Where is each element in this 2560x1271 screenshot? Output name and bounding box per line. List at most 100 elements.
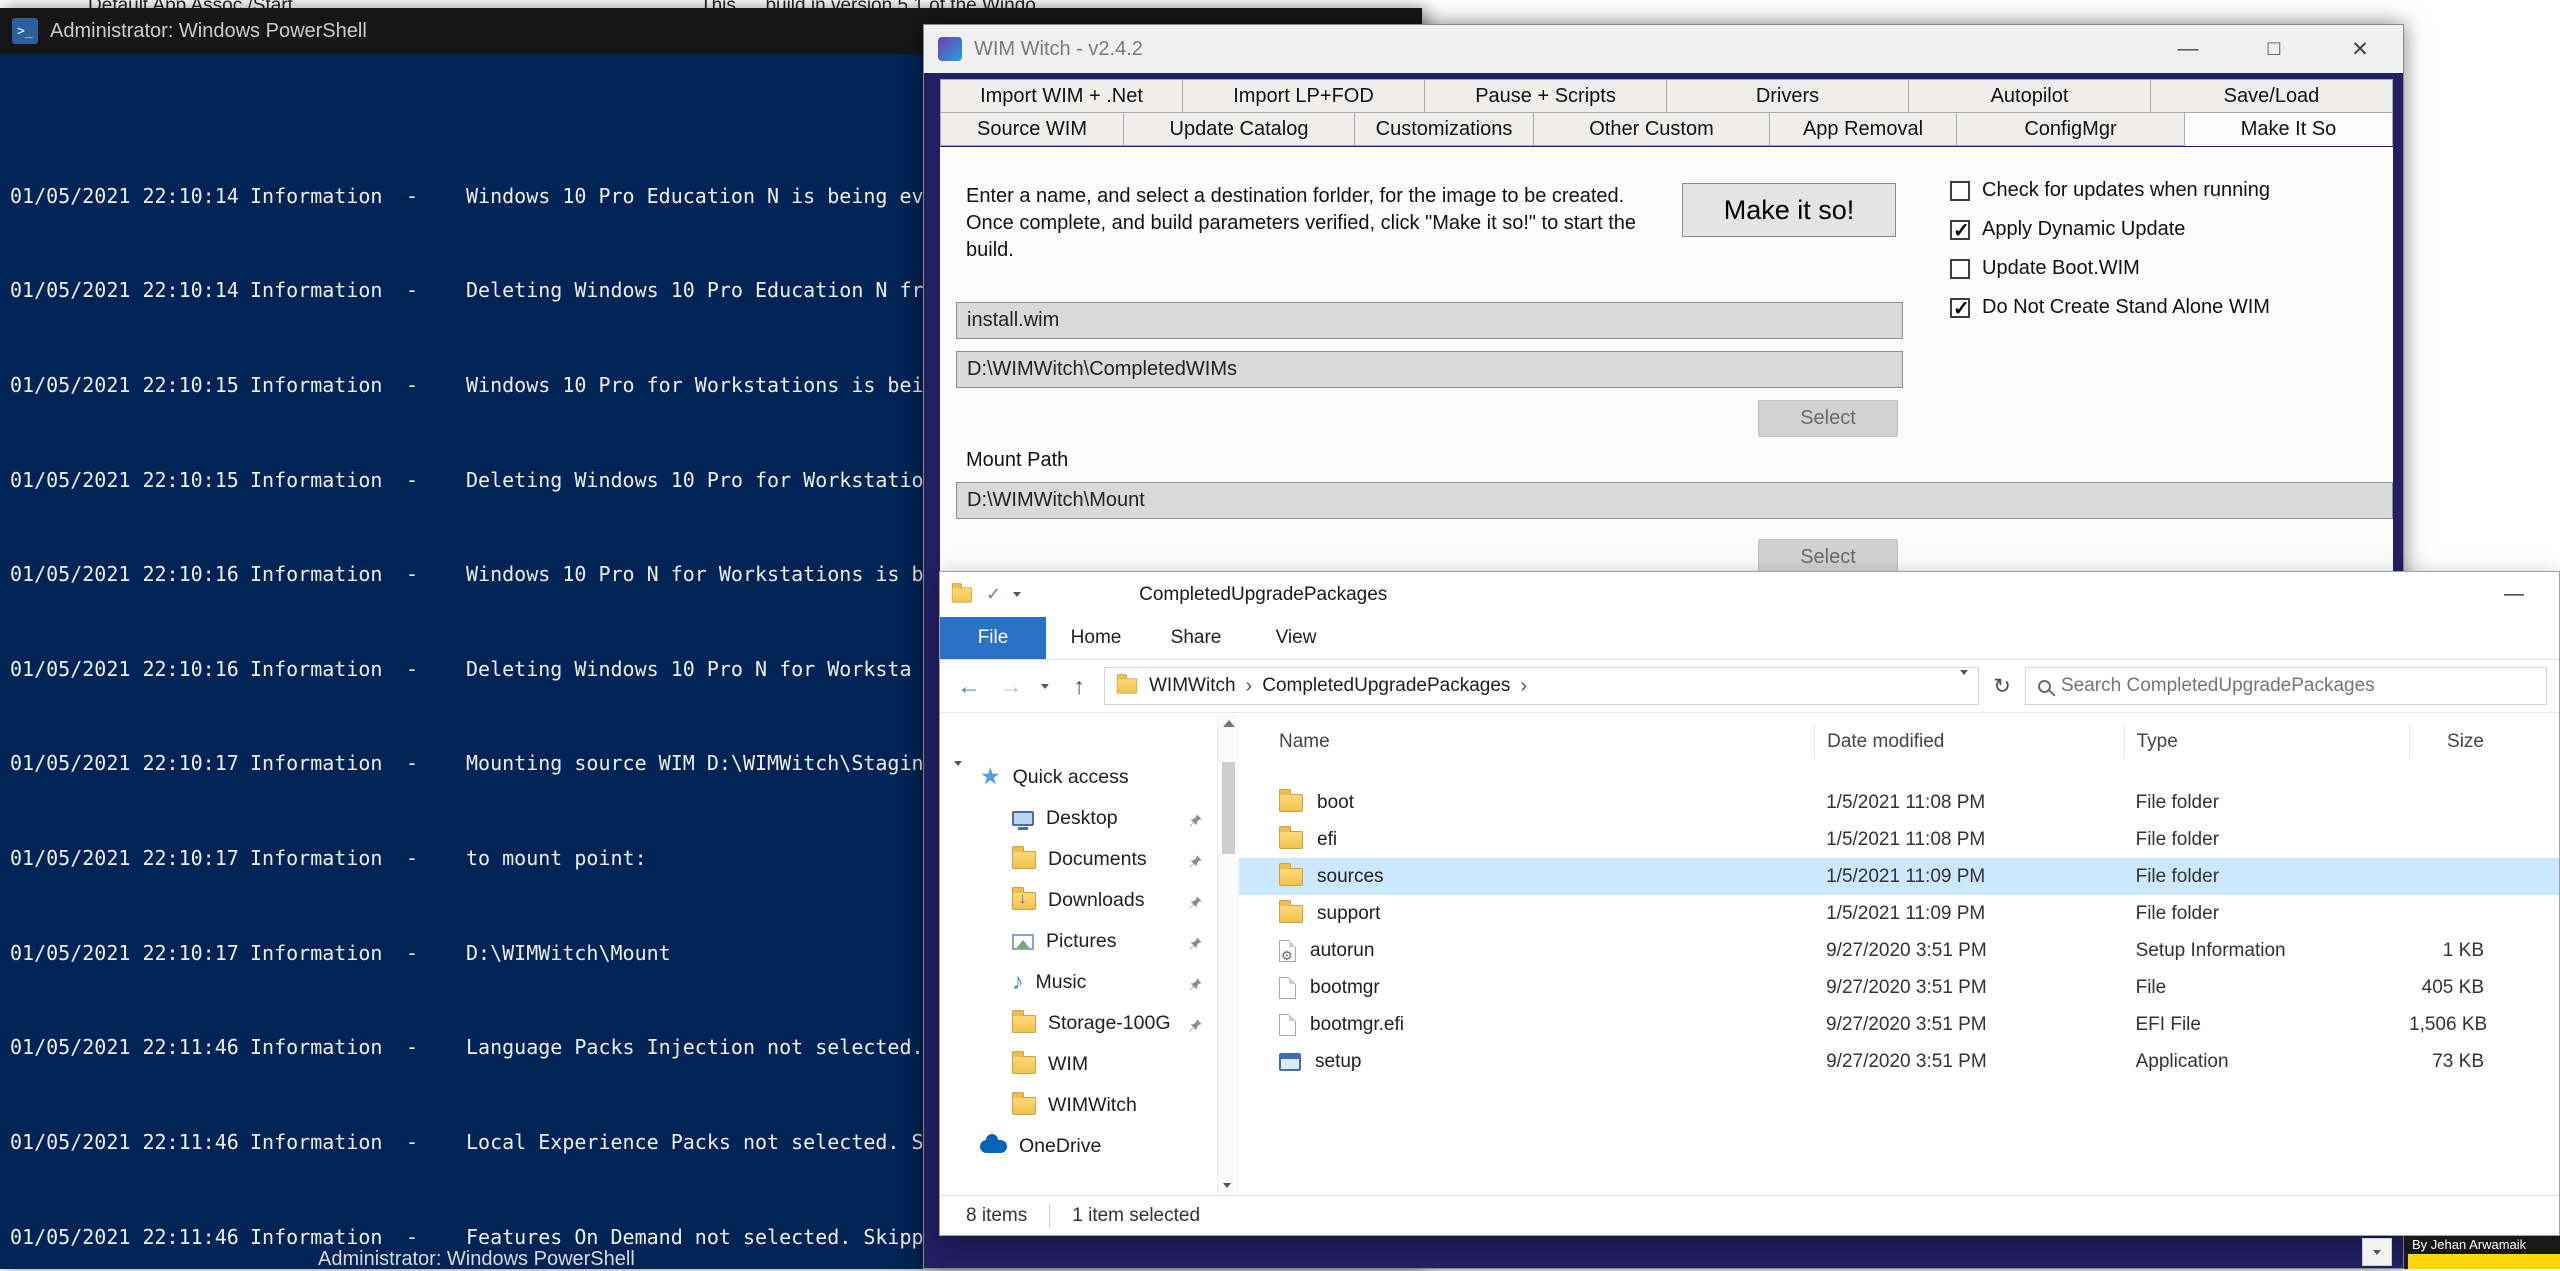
refresh-icon[interactable] [1987,674,2017,699]
sidebar-item[interactable]: Music [940,962,1217,1003]
checkbox-row[interactable]: Apply Dynamic Update [1950,218,2393,241]
file-row[interactable]: boot 1/5/2021 11:08 PM File folder [1239,784,2559,821]
pin-icon [1188,975,1203,998]
ribbon-tab[interactable]: Home [1046,617,1146,659]
sidebar-item[interactable]: Downloads [940,880,1217,921]
star-icon [980,765,1001,790]
file-row[interactable]: bootmgr.efi 9/27/2020 3:51 PM EFI File 1… [1239,1006,2559,1043]
wimwitch-tab[interactable]: ConfigMgr [1956,112,2185,146]
file-row[interactable]: autorun 9/27/2020 3:51 PM Setup Informat… [1239,932,2559,969]
image-name-field[interactable] [956,302,1903,339]
column-header-type[interactable]: Type [2124,726,2410,758]
file-row[interactable]: setup 9/27/2020 3:51 PM Application 73 K… [1239,1043,2559,1080]
wimwitch-window-controls: — □ ✕ [2145,25,2403,73]
ribbon-tab[interactable]: View [1246,617,1346,659]
checkbox[interactable] [1950,181,1970,201]
breadcrumb-separator-icon[interactable]: › [1246,675,1253,698]
file-name: bootmgr [1310,977,1380,999]
checkbox-row[interactable]: Do Not Create Stand Alone WIM [1950,296,2393,319]
file-type-cell: EFI File [2124,1014,2410,1036]
explorer-titlebar[interactable]: CompletedUpgradePackages — [940,572,2559,617]
expand-chevron-icon[interactable] [954,766,962,789]
pin-icon [1188,934,1203,957]
sidebar-item[interactable]: Documents [940,839,1217,880]
sidebar-item[interactable]: WIM [940,1044,1217,1085]
sidebar-item[interactable]: Pictures [940,921,1217,962]
file-date-cell: 1/5/2021 11:08 PM [1814,829,2124,851]
maximize-button[interactable]: □ [2231,25,2317,73]
history-chevron-icon[interactable] [1036,684,1054,689]
wimwitch-scroll-down-button[interactable] [2362,1238,2392,1266]
wimwitch-tab[interactable]: Import WIM + .Net [940,79,1183,113]
explorer-address-row: ← → ↑ WIMWitch › CompletedUpgradePackage… [940,660,2559,713]
minimize-button[interactable]: — [2145,25,2231,73]
log-message: Windows 10 Pro N for Workstations is be [466,562,936,586]
checkbox-row[interactable]: Check for updates when running [1950,179,2393,202]
selection-count: 1 item selected [1072,1205,1200,1227]
wimwitch-tab[interactable]: Autopilot [1908,79,2151,113]
sidebar-item-label: Pictures [1046,930,1116,953]
wimwitch-tab[interactable]: Import LP+FOD [1182,79,1425,113]
breadcrumb-root[interactable]: WIMWitch [1149,675,1236,697]
wimwitch-tab[interactable]: Customizations [1354,112,1534,146]
file-row[interactable]: efi 1/5/2021 11:08 PM File folder [1239,821,2559,858]
search-input[interactable] [2061,675,2534,697]
qat-check-icon[interactable] [986,584,1001,605]
destination-folder-field[interactable] [956,351,1903,388]
folder-icon [1279,905,1303,923]
checkbox[interactable] [1950,259,1970,279]
checkbox[interactable] [1950,298,1970,318]
wimwitch-tab[interactable]: Drivers [1666,79,1909,113]
up-arrow-icon[interactable]: ↑ [1062,673,1096,700]
ribbon-tab[interactable]: File [940,617,1046,659]
make-it-so-button[interactable]: Make it so! [1682,183,1896,237]
column-header-date[interactable]: Date modified [1814,726,2124,758]
checkbox[interactable] [1950,220,1970,240]
sidebar-item[interactable]: Quick access [940,757,1217,798]
ribbon-tab[interactable]: Share [1146,617,1246,659]
breadcrumb-separator-icon[interactable]: › [1520,675,1527,698]
qat-chevron-down-icon[interactable] [1013,592,1021,597]
wimwitch-tab[interactable]: Make It So [2184,112,2393,146]
file-row[interactable]: sources 1/5/2021 11:09 PM File folder [1239,858,2559,895]
file-name-cell: support [1239,903,1814,925]
close-button[interactable]: ✕ [2317,25,2403,73]
wimwitch-tab[interactable]: Update Catalog [1123,112,1355,146]
pin-icon [1188,893,1203,916]
log-level: Information [250,185,406,209]
destination-select-button[interactable]: Select [1758,400,1898,437]
file-row[interactable]: support 1/5/2021 11:09 PM File folder [1239,895,2559,932]
file-name: efi [1317,829,1337,851]
address-dropdown-icon[interactable] [1960,675,1968,697]
column-header-size[interactable]: Size [2409,726,2559,758]
wimwitch-tab[interactable]: App Removal [1769,112,1957,146]
file-date-cell: 9/27/2020 3:51 PM [1814,940,2124,962]
scrollbar-thumb[interactable] [1222,762,1235,854]
scroll-down-icon[interactable] [1223,1183,1231,1188]
back-arrow-icon[interactable]: ← [952,673,986,700]
file-row[interactable]: bootmgr 9/27/2020 3:51 PM File 405 KB [1239,969,2559,1006]
file-name: sources [1317,866,1384,888]
checkbox-row[interactable]: Update Boot.WIM [1950,257,2393,280]
breadcrumb-current[interactable]: CompletedUpgradePackages [1262,675,1510,697]
cloud-icon [980,1140,1007,1153]
sidebar-item[interactable]: Storage-100G [940,1003,1217,1044]
wimwitch-tab[interactable]: Source WIM [940,112,1124,146]
sidebar-item[interactable]: Desktop [940,798,1217,839]
search-box[interactable] [2025,667,2547,705]
wimwitch-tab[interactable]: Save/Load [2150,79,2393,113]
address-bar[interactable]: WIMWitch › CompletedUpgradePackages › [1104,667,1979,705]
explorer-window-title: CompletedUpgradePackages [1139,584,1387,606]
sidebar-scrollbar[interactable] [1217,714,1239,1194]
scroll-up-icon[interactable] [1223,720,1235,727]
column-header-name[interactable]: Name [1239,726,1814,758]
mount-path-field[interactable] [956,482,2393,519]
forward-arrow-icon[interactable]: → [994,673,1028,700]
log-timestamp: 01/05/2021 22:11:46 [10,1036,250,1060]
explorer-minimize-button[interactable]: — [2481,572,2547,617]
file-name-cell: sources [1239,866,1814,888]
wimwitch-tab[interactable]: Pause + Scripts [1424,79,1667,113]
sidebar-item[interactable]: OneDrive [940,1126,1217,1167]
wimwitch-tab[interactable]: Other Custom [1533,112,1770,146]
sidebar-item[interactable]: WIMWitch [940,1085,1217,1126]
